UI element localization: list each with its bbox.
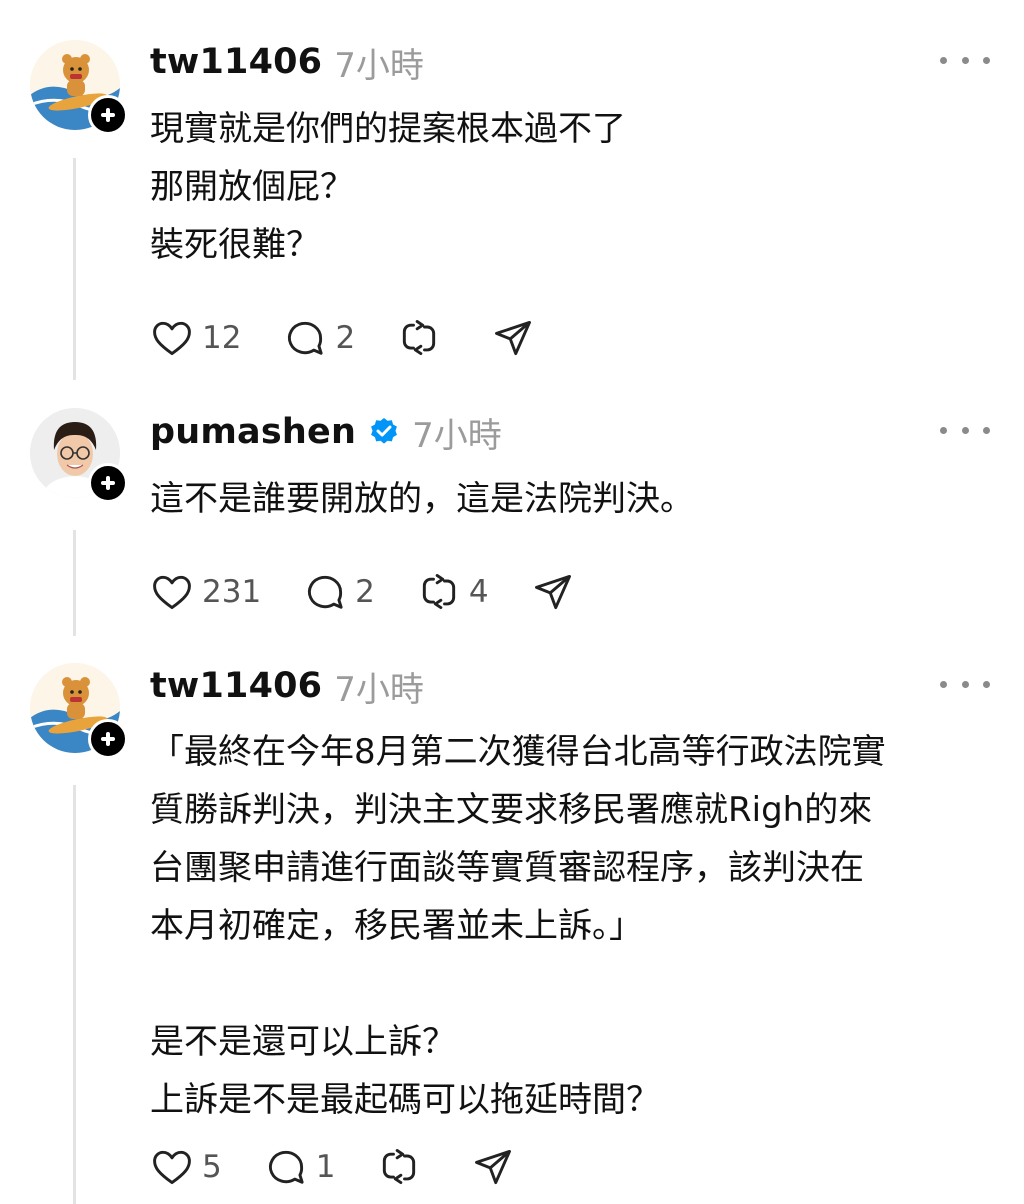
- text-line: 現實就是你們的提案根本過不了: [150, 109, 626, 149]
- share-icon: [534, 574, 571, 610]
- username[interactable]: tw11406: [150, 666, 322, 706]
- reply-count: 2: [335, 320, 356, 356]
- text-line: 裝死很難？: [150, 225, 320, 265]
- more-icon[interactable]: [940, 45, 990, 75]
- comment-icon: [288, 321, 324, 355]
- text-line: 上訴是不是最起碼可以拖延時間？: [150, 1080, 660, 1120]
- like-count: 231: [202, 574, 262, 610]
- follow-plus-icon[interactable]: [88, 719, 128, 759]
- like-button[interactable]: 12: [150, 316, 241, 360]
- text-line: 「最終在今年8月第二次獲得台北高等行政法院實: [150, 732, 886, 772]
- share-icon: [495, 320, 532, 356]
- like-button[interactable]: 5: [150, 1145, 222, 1189]
- heart-icon: [153, 321, 191, 356]
- reply-count: 1: [315, 1149, 336, 1185]
- post-text: 這不是誰要開放的，這是法院判決。: [150, 470, 1000, 528]
- post-header: pumashen 7小時: [150, 408, 502, 456]
- text-line: [150, 955, 1000, 1013]
- like-count: 5: [202, 1149, 222, 1185]
- repost-icon: [383, 1149, 416, 1185]
- reply-button[interactable]: 2: [303, 570, 375, 614]
- share-icon: [475, 1149, 512, 1185]
- repost-count: 4: [468, 574, 489, 610]
- text-line: 本月初確定，移民署並未上訴。」: [150, 906, 643, 946]
- username[interactable]: tw11406: [150, 42, 322, 82]
- username[interactable]: pumashen: [150, 412, 356, 452]
- post-header: tw11406 7小時: [150, 38, 424, 86]
- verified-badge-icon: [371, 418, 398, 444]
- more-icon[interactable]: [940, 415, 990, 445]
- text-line: 是不是還可以上訴？: [150, 1022, 456, 1062]
- reply-count: 2: [355, 574, 375, 610]
- text-line: 這不是誰要開放的，這是法院判決。: [150, 479, 694, 519]
- comment-icon: [308, 575, 343, 609]
- thread-line: [73, 785, 76, 1204]
- follow-plus-icon[interactable]: [88, 95, 128, 135]
- reply-button[interactable]: 1: [264, 1145, 336, 1189]
- timestamp: 7小時: [412, 415, 502, 456]
- heart-icon: [153, 1150, 191, 1185]
- repost-button[interactable]: [377, 1145, 429, 1189]
- text-line: 質勝訴判決，判決主文要求移民署應就Righ的來: [150, 790, 873, 830]
- repost-button[interactable]: [397, 316, 449, 360]
- thread-line: [73, 158, 76, 380]
- repost-icon: [422, 574, 456, 610]
- heart-icon: [153, 575, 191, 610]
- like-button[interactable]: 231: [150, 570, 261, 614]
- post-header: tw11406 7小時: [150, 662, 424, 710]
- share-button[interactable]: [531, 570, 575, 614]
- action-bar: 5 1: [150, 1142, 557, 1192]
- post-text: 現實就是你們的提案根本過不了 那開放個屁？ 裝死很難？: [150, 100, 1000, 274]
- more-icon[interactable]: [940, 669, 990, 699]
- action-bar: 231 2 4: [150, 567, 617, 617]
- timestamp: 7小時: [334, 669, 424, 710]
- action-bar: 12 2: [150, 313, 577, 363]
- comment-icon: [268, 1150, 304, 1184]
- reply-button[interactable]: 2: [283, 316, 355, 360]
- share-button[interactable]: [491, 316, 535, 360]
- repost-button[interactable]: 4: [417, 570, 489, 614]
- repost-icon: [403, 320, 436, 356]
- thread-line: [73, 530, 76, 636]
- timestamp: 7小時: [334, 45, 424, 86]
- text-line: 台團聚申請進行面談等實質審認程序，該判決在: [150, 848, 864, 888]
- post-text: 「最終在今年8月第二次獲得台北高等行政法院實 質勝訴判決，判決主文要求移民署應就…: [150, 723, 1000, 1129]
- share-button[interactable]: [471, 1145, 515, 1189]
- like-count: 12: [202, 320, 242, 356]
- follow-plus-icon[interactable]: [88, 463, 128, 503]
- text-line: 那開放個屁？: [150, 167, 354, 207]
